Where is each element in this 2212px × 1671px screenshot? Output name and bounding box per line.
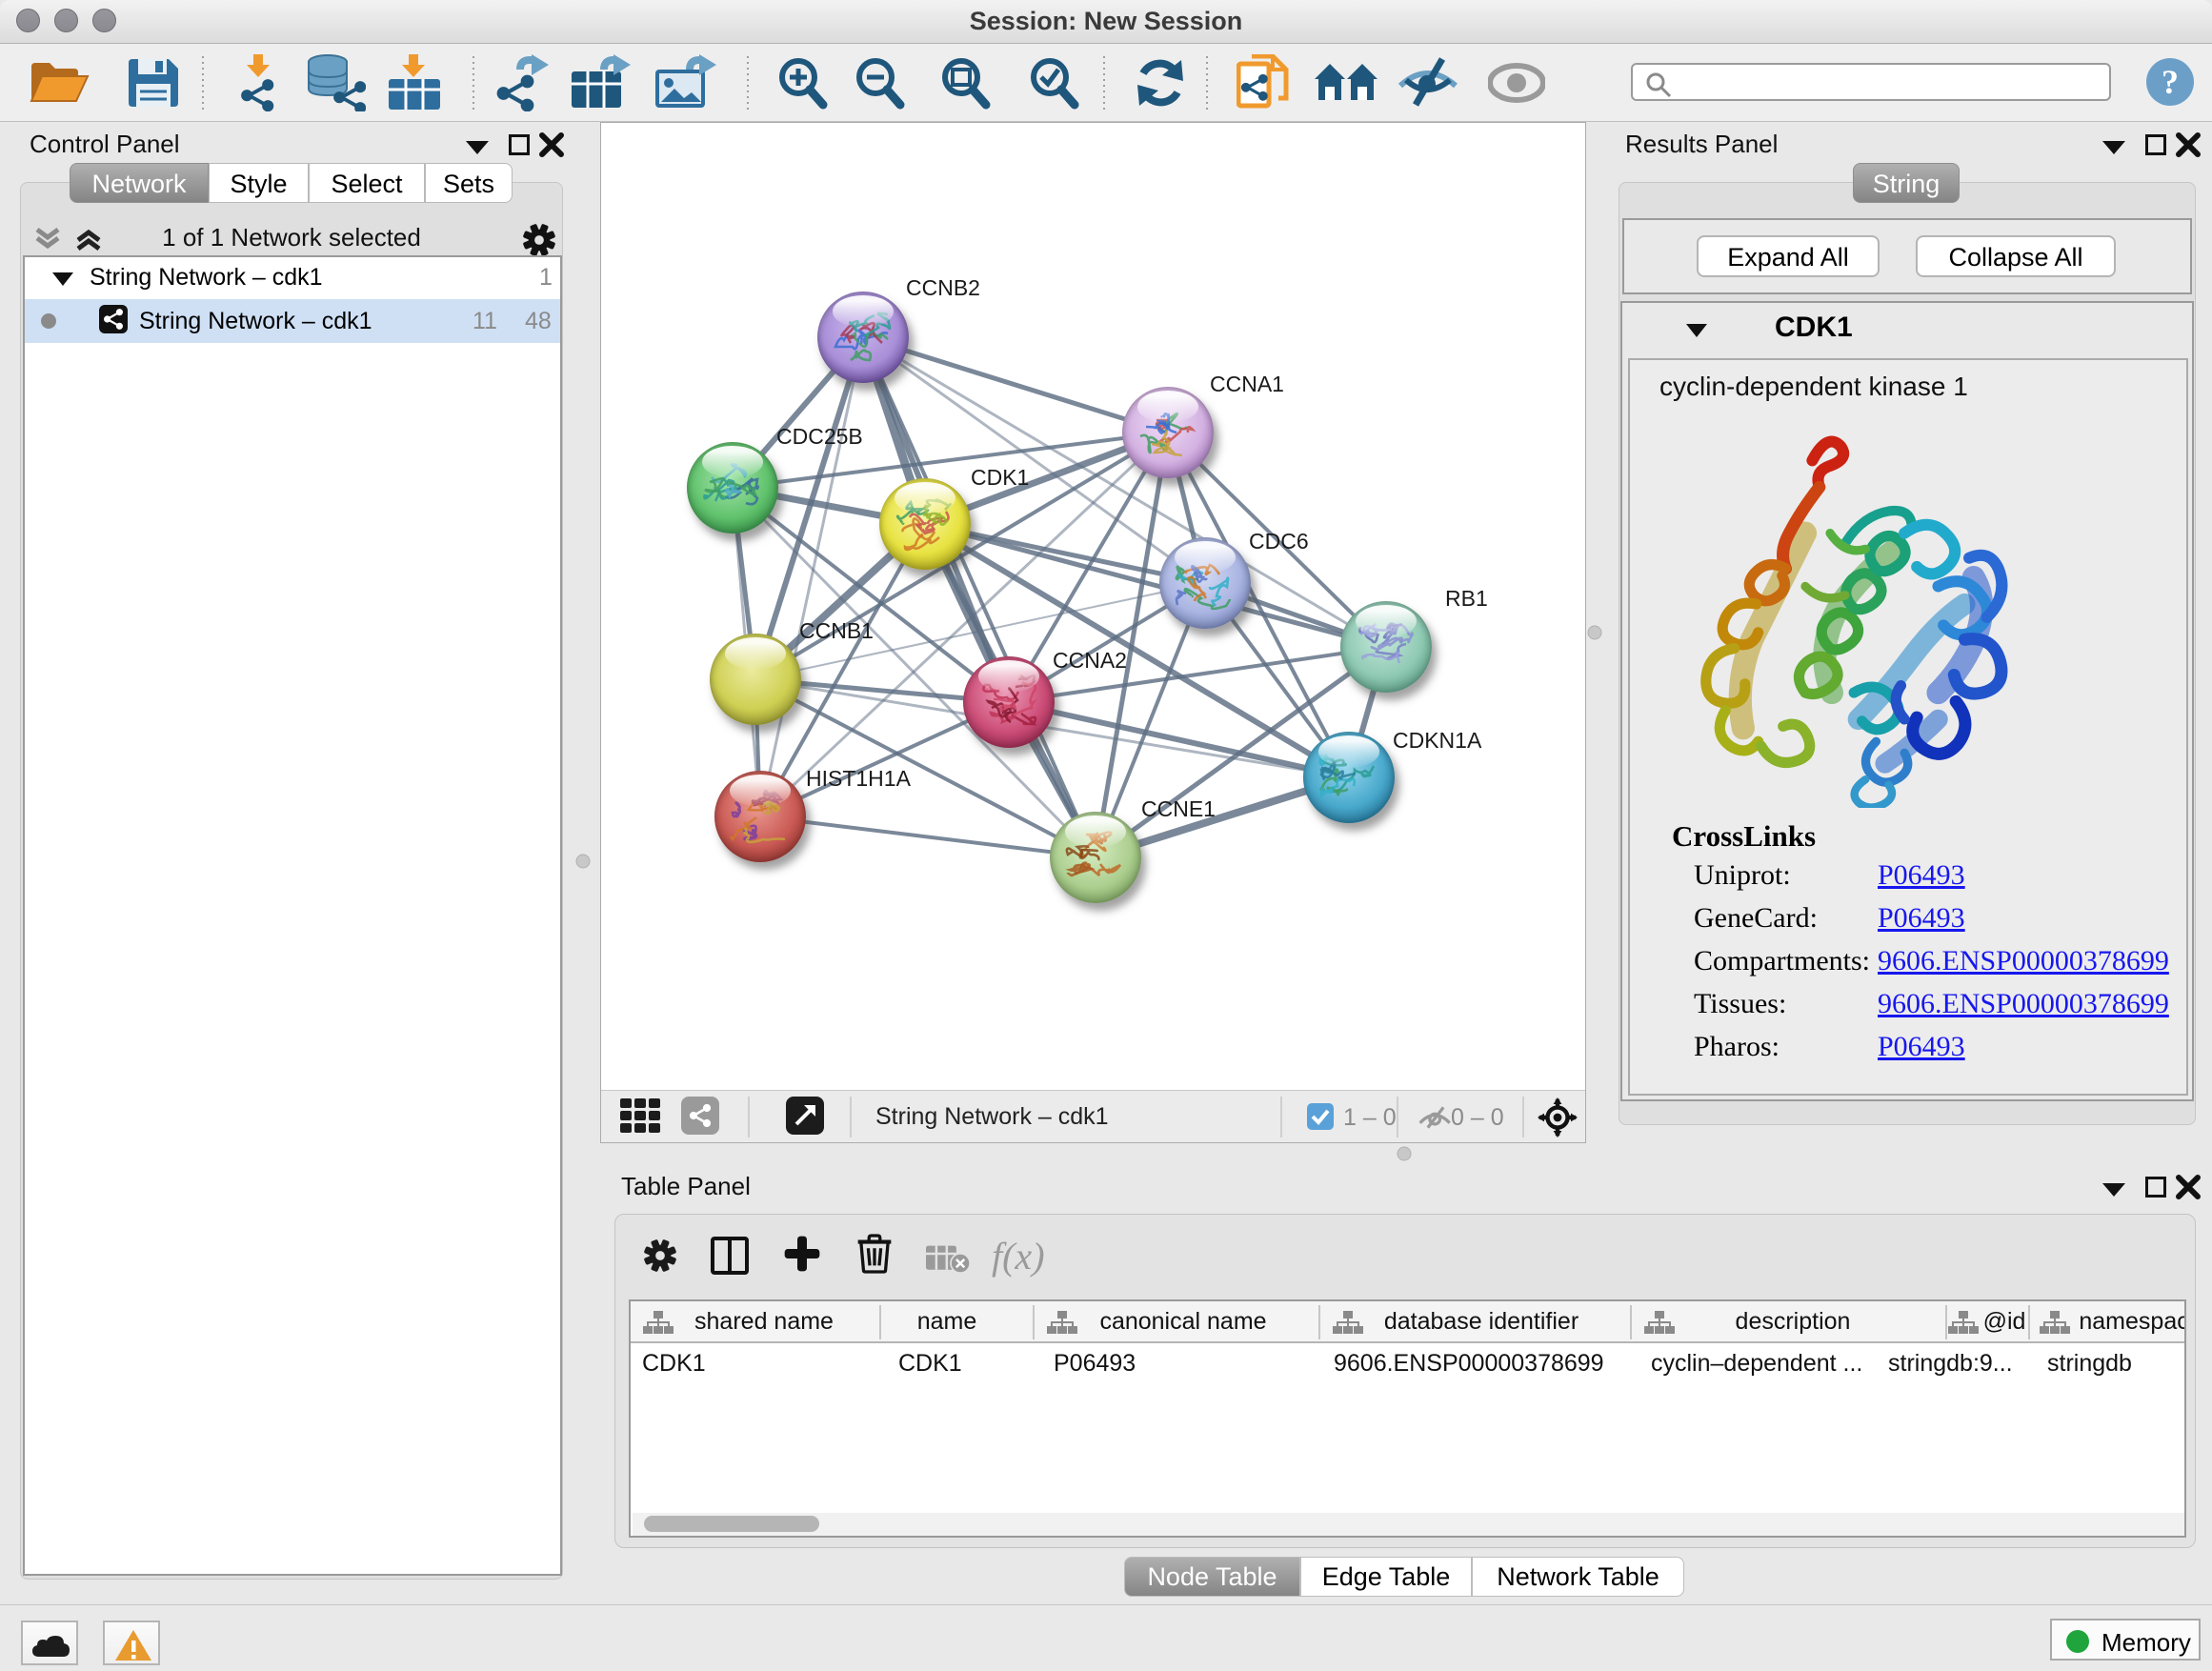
svg-text:?: ? bbox=[2162, 63, 2179, 101]
